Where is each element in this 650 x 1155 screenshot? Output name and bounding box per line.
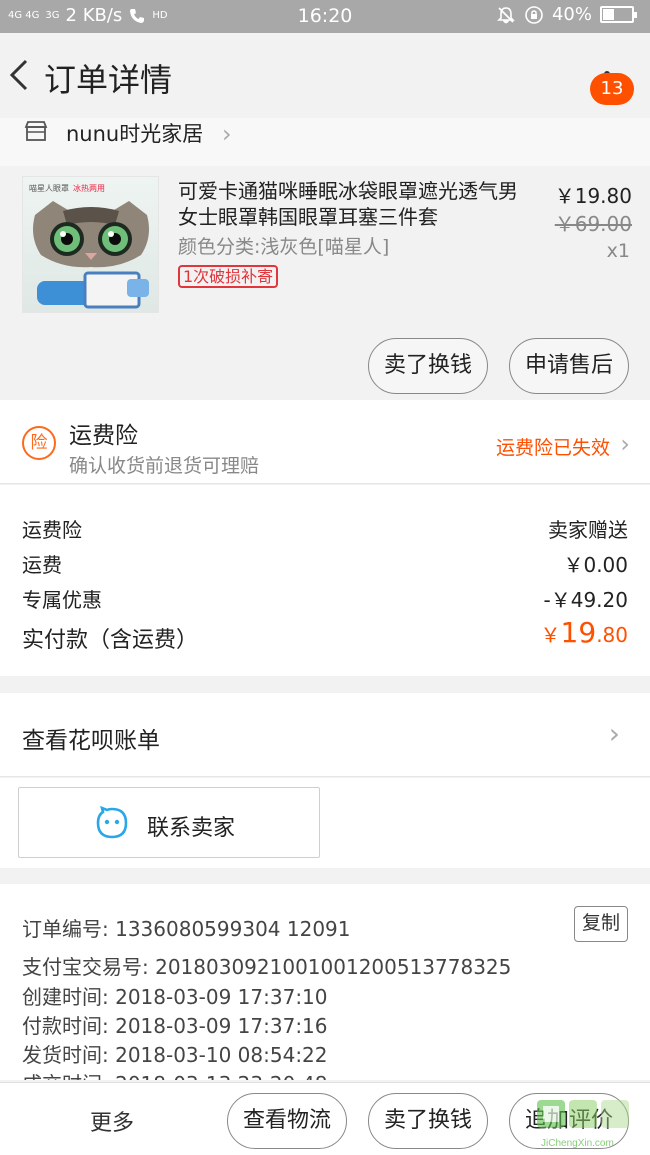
battery-icon (600, 6, 637, 23)
order-number: 订单编号: 1336080599304 12091 (22, 917, 351, 941)
chevron-right-icon: › (222, 120, 232, 148)
alipay-transaction-number: 支付宝交易号: 2018030921001001200513778325 (22, 955, 512, 979)
insurance-icon: 险 (22, 426, 56, 460)
more-button[interactable]: 更多 (90, 1105, 134, 1137)
shop-icon (24, 121, 48, 141)
copy-button[interactable]: 复制 (574, 906, 628, 942)
original-price: ￥69.00 (554, 212, 632, 236)
message-count-badge: 13 (590, 73, 634, 105)
watermark-logo: JiChengXin.com (537, 1100, 629, 1149)
rotation-lock-icon (525, 5, 543, 24)
product-spec: 颜色分类:浅灰色[喵星人] (178, 236, 390, 258)
huabei-bill-label: 查看花呗账单 (22, 728, 160, 754)
shop-row[interactable]: nunu时光家居 › (0, 118, 650, 166)
insurance-title: 运费险 (69, 423, 138, 449)
contact-section: 联系卖家 (0, 778, 650, 868)
nav-bar: 订单详情 13 (0, 33, 650, 118)
fee-row: 专属优惠 -￥49.20 (22, 584, 628, 613)
total-paid-label: 实付款（含运费） (22, 628, 199, 653)
shipped-time: 发货时间: 2018-03-10 08:54:22 (22, 1043, 328, 1067)
chat-face-icon (96, 806, 128, 839)
paid-time: 付款时间: 2018-03-09 17:37:16 (22, 1014, 328, 1038)
sell-for-cash-button[interactable]: 卖了换钱 (368, 338, 488, 394)
fee-row: 运费 ￥0.00 (22, 549, 628, 578)
fee-label: 运费险 (22, 518, 82, 542)
product-price: ￥19.80 (554, 184, 632, 208)
chevron-right-icon: › (620, 430, 630, 458)
product-thumbnail[interactable]: 喵星人眼罩 冰热两用 (22, 176, 159, 313)
sell-for-cash-button[interactable]: 卖了换钱 (368, 1093, 488, 1149)
fee-value: 卖家赠送 (548, 518, 628, 542)
cat-eye-mask-image: 喵星人眼罩 冰热两用 (29, 183, 149, 309)
svg-text:JiChengXin.com: JiChengXin.com (541, 1138, 614, 1149)
shop-name[interactable]: nunu时光家居 (66, 118, 203, 148)
battery-fill (603, 9, 614, 20)
created-time: 创建时间: 2018-03-09 17:37:10 (22, 985, 328, 1009)
mute-bell-icon (497, 6, 515, 23)
order-details: 订单编号: 1336080599304 12091 复制 支付宝交易号: 201… (0, 884, 650, 1080)
fee-label: 专属优惠 (22, 588, 102, 612)
product-quantity: x1 (606, 240, 630, 262)
fee-row: 运费险 卖家赠送 (22, 514, 628, 543)
page-title: 订单详情 (44, 61, 173, 99)
view-logistics-button[interactable]: 查看物流 (227, 1093, 347, 1149)
status-right: 40% (496, 4, 637, 25)
chevron-right-icon: › (608, 717, 620, 750)
after-sales-button[interactable]: 申请售后 (509, 338, 629, 394)
order-item[interactable]: 喵星人眼罩 冰热两用 可爱卡通猫咪睡眠冰袋眼罩遮光透气男女士眼罩韩国眼罩耳塞三件… (0, 166, 650, 400)
fee-summary: 运费险 卖家赠送 运费 ￥0.00 专属优惠 -￥49.20 实付款（含运费） … (0, 485, 650, 676)
total-paid-row: 实付款（含运费） ￥19.80 (22, 616, 628, 654)
insurance-status[interactable]: 运费险已失效 (496, 433, 610, 460)
back-arrow-icon[interactable] (6, 55, 36, 95)
fee-label: 运费 (22, 553, 62, 577)
huabei-bill-row[interactable]: 查看花呗账单 › (0, 693, 650, 777)
svg-text:冰热两用: 冰热两用 (73, 183, 105, 193)
battery-percent: 40% (551, 4, 592, 25)
completed-time: 成交时间: 2018-03-13 23:20:48 (22, 1068, 328, 1080)
shipping-insurance-row[interactable]: 险 运费险 确认收货前退货可理赔 运费险已失效 › (0, 400, 650, 484)
fee-value: ￥0.00 (563, 553, 628, 577)
contact-seller-button[interactable]: 联系卖家 (18, 787, 320, 858)
fee-value: -￥49.20 (543, 588, 628, 612)
product-title[interactable]: 可爱卡通猫咪睡眠冰袋眼罩遮光透气男女士眼罩韩国眼罩耳塞三件套 (178, 178, 518, 230)
service-tag: 1次破损补寄 (178, 265, 279, 288)
status-bar: 4G 4G 3G 2 KB/s HD 16:20 40% (0, 0, 650, 33)
insurance-subtitle: 确认收货前退货可理赔 (69, 455, 260, 477)
total-paid-amount: ￥19.80 (540, 616, 628, 649)
svg-text:喵星人眼罩: 喵星人眼罩 (29, 184, 69, 193)
contact-seller-label: 联系卖家 (147, 816, 236, 841)
